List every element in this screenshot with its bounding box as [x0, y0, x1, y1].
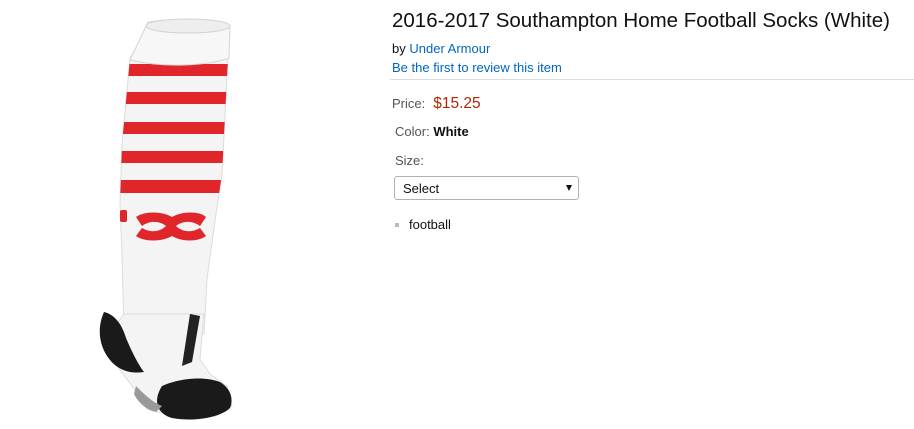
size-select-value: Select: [403, 181, 440, 196]
chevron-down-icon: [566, 185, 572, 191]
bullet-icon: [395, 223, 399, 227]
size-label: Size:: [395, 153, 424, 168]
color-label: Color:: [395, 124, 430, 139]
price-value: $15.25: [433, 95, 481, 112]
size-select[interactable]: Select: [394, 176, 579, 200]
list-item: football: [392, 217, 914, 233]
color-row: Color: White: [395, 124, 914, 140]
review-link[interactable]: Be the first to review this item: [392, 60, 562, 76]
price-row: Price: $15.25: [392, 95, 914, 113]
product-page: 2016-2017 Southampton Home Football Sock…: [0, 0, 914, 429]
feature-list: football: [392, 217, 914, 233]
byline-prefix: by: [392, 41, 406, 56]
sock-product-image: [99, 18, 233, 420]
price-label: Price:: [392, 96, 426, 111]
feature-text: football: [409, 217, 451, 232]
divider: [390, 79, 914, 80]
brand-link[interactable]: Under Armour: [409, 41, 490, 56]
color-value: White: [433, 124, 469, 139]
product-title: 2016-2017 Southampton Home Football Sock…: [392, 9, 890, 32]
byline: by Under Armour: [392, 41, 914, 57]
product-details: 2016-2017 Southampton Home Football Sock…: [390, 0, 914, 233]
